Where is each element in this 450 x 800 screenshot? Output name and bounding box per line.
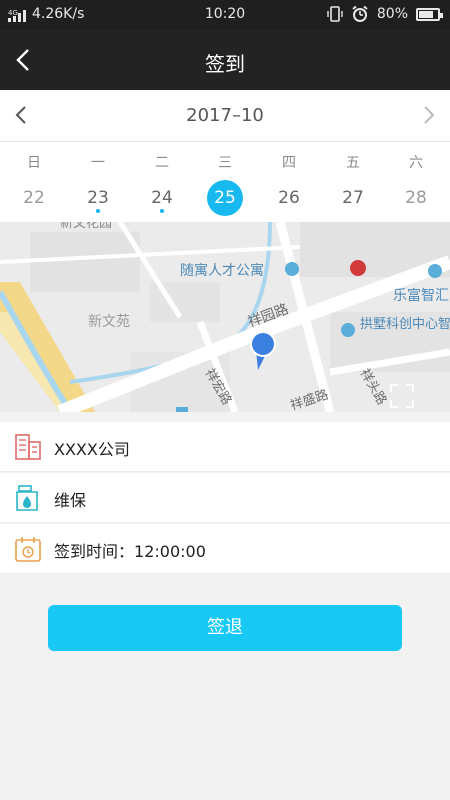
battery-icon: [416, 7, 443, 21]
checkin-time: 签到时间：12:00:00: [54, 538, 206, 562]
map-label: 拱墅科创中心智汇园: [360, 317, 450, 332]
week-day-col: 二 24: [130, 142, 194, 222]
service-type-row: 维保: [0, 473, 450, 523]
vibrate-icon: [327, 6, 343, 22]
day-cell[interactable]: 28: [398, 180, 434, 216]
weekday-label: 三: [218, 155, 232, 171]
record-dot: [160, 209, 164, 213]
building-icon: [15, 434, 41, 460]
service-type: 维保: [54, 491, 87, 510]
title-bar: 签到: [0, 30, 450, 90]
calendar-clock-icon: [15, 537, 41, 562]
expand-icon[interactable]: [388, 382, 416, 410]
map-label: 新文花园: [60, 222, 112, 231]
record-dot: [96, 209, 100, 213]
current-month: 2017–10: [186, 105, 264, 126]
weekday-label: 五: [346, 155, 360, 171]
drop-icon: [16, 485, 38, 511]
day-cell[interactable]: 26: [271, 180, 307, 216]
week-day-col: 日 22: [2, 142, 66, 222]
map-label: 随寓人才公寓: [180, 262, 264, 279]
day-cell[interactable]: 22: [16, 180, 52, 216]
alarm-icon: [352, 5, 368, 22]
weekday-label: 四: [282, 155, 296, 171]
location-pin-icon: [250, 331, 276, 370]
week-strip: 日 22 一 23 二 24 三 25 四 26 五 27 六 28: [0, 142, 450, 222]
week-day-col: 四 26: [257, 142, 321, 222]
day-cell[interactable]: 27: [335, 180, 371, 216]
company-row: XXXX公司: [0, 422, 450, 472]
map-view[interactable]: 新文花园 随寓人才公寓 乐富智汇 新文苑 祥园路 拱墅科创中心智汇园 祥宏路 祥…: [0, 222, 450, 412]
map-canvas: 新文花园 随寓人才公寓 乐富智汇 新文苑 祥园路 拱墅科创中心智汇园 祥宏路 祥…: [0, 222, 450, 412]
map-label: 新文苑: [88, 314, 130, 330]
day-cell-selected[interactable]: 25: [207, 180, 243, 216]
weekday-label: 六: [409, 155, 423, 171]
weekday-label: 日: [27, 155, 41, 171]
week-day-col: 三 25: [193, 142, 257, 222]
status-right: 80%: [327, 5, 443, 23]
week-day-col: 五 27: [321, 142, 385, 222]
company-name: XXXX公司: [54, 440, 130, 459]
chevron-right-icon[interactable]: [412, 100, 442, 130]
checkout-button[interactable]: 签退: [48, 605, 402, 651]
battery-percent: 80%: [376, 6, 408, 22]
checkin-time-value: 12:00:00: [134, 542, 206, 561]
checkin-time-label: 签到时间：: [54, 542, 135, 561]
status-bar: 4G 4.26K/s 10:20 80%: [0, 0, 450, 30]
checkin-time-row: 签到时间：12:00:00: [0, 524, 450, 574]
week-day-col: 六 28: [384, 142, 448, 222]
map-label: 乐富智汇: [393, 287, 449, 304]
weekday-label: 一: [91, 155, 105, 171]
month-navigation: 2017–10: [0, 90, 450, 142]
page-title: 签到: [205, 52, 245, 76]
weekday-label: 二: [155, 155, 169, 171]
week-day-col: 一 23: [66, 142, 130, 222]
